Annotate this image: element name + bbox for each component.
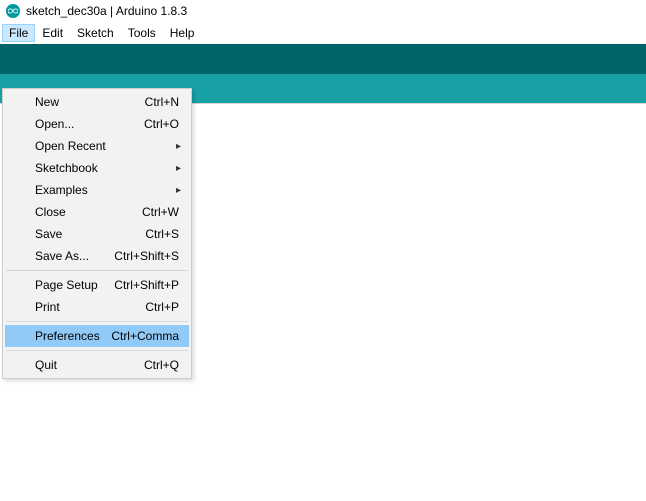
menu-item-shortcut: Ctrl+Q — [144, 358, 189, 372]
menu-item-shortcut: Ctrl+W — [142, 205, 189, 219]
menu-item-shortcut: Ctrl+Shift+S — [114, 249, 189, 263]
menu-separator — [6, 270, 188, 271]
menu-item-label: Open Recent — [5, 139, 189, 153]
menubar-item-help[interactable]: Help — [163, 24, 202, 42]
menu-item-label: Open... — [5, 117, 144, 131]
menu-item-print[interactable]: PrintCtrl+P — [5, 296, 189, 318]
menu-item-shortcut: Ctrl+Comma — [111, 329, 189, 343]
menu-item-save-as[interactable]: Save As...Ctrl+Shift+S — [5, 245, 189, 267]
menu-item-page-setup[interactable]: Page SetupCtrl+Shift+P — [5, 274, 189, 296]
menubar: File Edit Sketch Tools Help — [0, 22, 646, 44]
menu-separator — [6, 321, 188, 322]
menu-item-new[interactable]: NewCtrl+N — [5, 91, 189, 113]
arduino-icon — [6, 4, 20, 18]
chevron-right-icon: ▸ — [176, 141, 181, 152]
window-title: sketch_dec30a | Arduino 1.8.3 — [26, 4, 187, 18]
menu-item-shortcut: Ctrl+P — [145, 300, 189, 314]
menu-item-save[interactable]: SaveCtrl+S — [5, 223, 189, 245]
menu-separator — [6, 350, 188, 351]
menu-item-close[interactable]: CloseCtrl+W — [5, 201, 189, 223]
menubar-item-tools[interactable]: Tools — [121, 24, 163, 42]
menu-item-label: Save — [5, 227, 145, 241]
menubar-item-edit[interactable]: Edit — [35, 24, 70, 42]
menu-item-label: Print — [5, 300, 145, 314]
menu-item-label: Examples — [5, 183, 189, 197]
menu-item-shortcut: Ctrl+N — [145, 95, 189, 109]
menu-item-label: Sketchbook — [5, 161, 189, 175]
chevron-right-icon: ▸ — [176, 185, 181, 196]
menubar-item-file[interactable]: File — [2, 24, 35, 42]
menu-item-label: New — [5, 95, 145, 109]
menu-item-label: Quit — [5, 358, 144, 372]
menu-item-shortcut: Ctrl+Shift+P — [114, 278, 189, 292]
menu-item-shortcut: Ctrl+S — [145, 227, 189, 241]
menu-item-label: Preferences — [5, 329, 111, 343]
chevron-right-icon: ▸ — [176, 163, 181, 174]
file-menu-dropdown: NewCtrl+NOpen...Ctrl+OOpen Recent▸Sketch… — [2, 88, 192, 379]
menu-item-sketchbook[interactable]: Sketchbook▸ — [5, 157, 189, 179]
toolbar — [0, 44, 646, 74]
menu-item-label: Save As... — [5, 249, 114, 263]
menubar-item-sketch[interactable]: Sketch — [70, 24, 121, 42]
menu-item-open[interactable]: Open...Ctrl+O — [5, 113, 189, 135]
menu-item-open-recent[interactable]: Open Recent▸ — [5, 135, 189, 157]
menu-item-examples[interactable]: Examples▸ — [5, 179, 189, 201]
menu-item-label: Close — [5, 205, 142, 219]
titlebar: sketch_dec30a | Arduino 1.8.3 — [0, 0, 646, 22]
menu-item-preferences[interactable]: PreferencesCtrl+Comma — [5, 325, 189, 347]
menu-item-shortcut: Ctrl+O — [144, 117, 189, 131]
menu-item-quit[interactable]: QuitCtrl+Q — [5, 354, 189, 376]
menu-item-label: Page Setup — [5, 278, 114, 292]
